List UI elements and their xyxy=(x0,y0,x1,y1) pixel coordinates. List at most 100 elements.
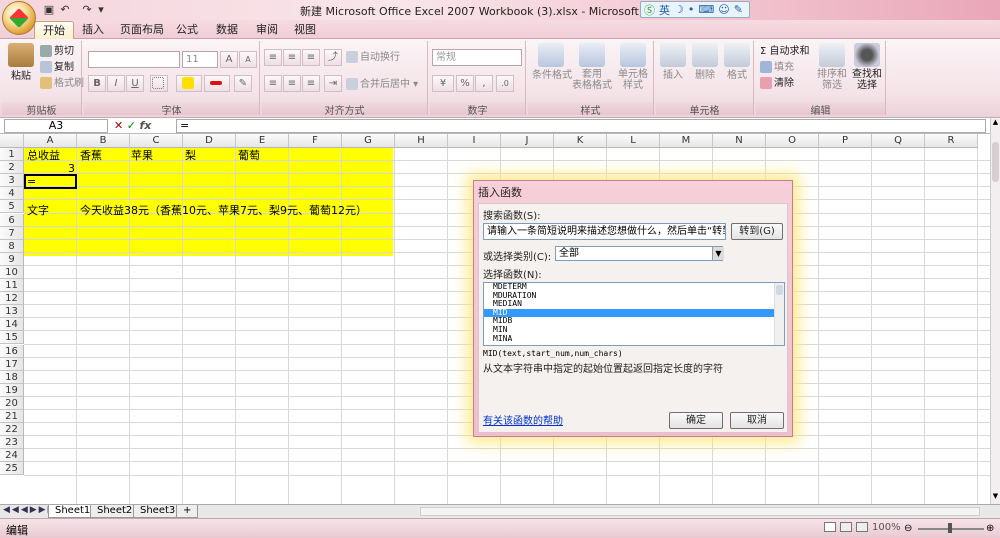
category-select[interactable]: 全部 ▼ xyxy=(555,246,724,261)
scroll-thumb[interactable] xyxy=(992,142,999,182)
row-header[interactable]: 21 xyxy=(0,410,24,424)
delete-cells-button[interactable]: 删除 xyxy=(690,43,720,82)
tab-home[interactable]: 开始 xyxy=(34,21,74,39)
align-top-button[interactable]: ≡ xyxy=(264,49,282,66)
paste-button[interactable]: 粘贴 xyxy=(6,43,36,83)
row-header[interactable]: 16 xyxy=(0,344,24,358)
horizontal-scrollbar[interactable] xyxy=(420,507,980,516)
fill-button[interactable]: 填充 xyxy=(760,61,794,74)
function-list-item[interactable]: MDURATION xyxy=(484,291,784,301)
sheet-tab-3[interactable]: Sheet3 xyxy=(133,505,183,518)
column-header[interactable]: J xyxy=(501,134,554,148)
column-header[interactable]: G xyxy=(342,134,395,148)
column-header[interactable]: R xyxy=(925,134,978,148)
row-header[interactable]: 24 xyxy=(0,449,24,463)
align-left-button[interactable]: ≡ xyxy=(264,75,282,92)
tab-review[interactable]: 审阅 xyxy=(248,21,286,39)
border-button[interactable] xyxy=(150,75,168,92)
scroll-up-icon[interactable]: ▲ xyxy=(991,118,1000,128)
function-list-item[interactable]: MINA xyxy=(484,334,784,344)
row-header[interactable]: 2 xyxy=(0,161,24,175)
autosum-button[interactable]: Σ 自动求和 xyxy=(760,45,810,58)
row-header[interactable]: 22 xyxy=(0,423,24,437)
cut-button[interactable]: 剪切 xyxy=(40,45,74,58)
cell-b1[interactable]: 香蕉 xyxy=(80,149,102,162)
function-list-item[interactable]: MIN xyxy=(484,325,784,335)
grow-font-button[interactable]: A xyxy=(220,51,238,68)
column-header[interactable]: K xyxy=(554,134,607,148)
row-header[interactable]: 17 xyxy=(0,357,24,371)
row-header[interactable]: 1 xyxy=(0,148,24,162)
column-header[interactable]: C xyxy=(130,134,183,148)
phonetic-button[interactable]: ✎ xyxy=(234,75,252,92)
comma-button[interactable]: , xyxy=(475,75,493,92)
fill-color-button[interactable] xyxy=(176,75,202,92)
sheet-tab-2[interactable]: Sheet2 xyxy=(90,505,140,518)
undo-icon[interactable]: ↶ xyxy=(58,3,72,16)
function-list[interactable]: MDETERM MDURATION MEDIAN MID MIDB MIN MINA xyxy=(483,282,785,346)
insert-sheet-icon[interactable]: + xyxy=(176,505,199,518)
tab-insert[interactable]: 插入 xyxy=(74,21,112,39)
cancel-entry-icon[interactable]: ✕ xyxy=(114,119,123,132)
column-header[interactable]: O xyxy=(766,134,819,148)
merge-center-button[interactable]: 合并后居中 ▾ xyxy=(346,78,418,91)
ok-button[interactable]: 确定 xyxy=(669,412,723,429)
column-header[interactable]: L xyxy=(607,134,660,148)
column-header[interactable]: M xyxy=(660,134,713,148)
function-list-item[interactable]: MID xyxy=(484,308,784,318)
name-box[interactable]: A3 xyxy=(4,119,108,133)
cell-b5[interactable]: 今天收益38元（香蕉10元、苹果7元、梨9元、葡萄12元） xyxy=(80,204,367,217)
column-header[interactable]: I xyxy=(448,134,501,148)
row-header[interactable]: 23 xyxy=(0,436,24,450)
redo-icon[interactable]: ↷ xyxy=(80,3,94,16)
chevron-down-icon[interactable]: ▼ xyxy=(712,247,724,260)
row-header[interactable]: 14 xyxy=(0,318,24,332)
align-right-button[interactable]: ≡ xyxy=(302,75,320,92)
bold-button[interactable]: B xyxy=(88,75,106,92)
row-header[interactable]: 20 xyxy=(0,396,24,410)
percent-button[interactable]: % xyxy=(456,75,474,92)
column-header[interactable]: D xyxy=(183,134,236,148)
font-size-combo[interactable]: 11 xyxy=(182,51,218,68)
tab-view[interactable]: 视图 xyxy=(286,21,324,39)
row-header[interactable]: 8 xyxy=(0,239,24,253)
underline-button[interactable]: U xyxy=(126,75,144,92)
customize-qat-icon[interactable]: ▾ xyxy=(94,3,108,16)
cell-c1[interactable]: 苹果 xyxy=(131,149,153,162)
sort-filter-button[interactable]: 排序和 筛选 xyxy=(816,43,848,91)
office-button[interactable] xyxy=(2,1,36,35)
number-format-combo[interactable]: 常规 xyxy=(432,49,522,66)
page-layout-view-icon[interactable] xyxy=(840,522,852,532)
column-header[interactable]: H xyxy=(395,134,448,148)
row-header[interactable]: 9 xyxy=(0,252,24,266)
row-header[interactable]: 11 xyxy=(0,279,24,293)
row-header[interactable]: 3 xyxy=(0,174,24,188)
row-header[interactable]: 7 xyxy=(0,226,24,240)
normal-view-icon[interactable] xyxy=(824,522,836,532)
cell-a5[interactable]: 文字 xyxy=(27,204,49,217)
search-function-input[interactable]: 请输入一条简短说明来描述您想做什么，然后单击“转到” xyxy=(483,223,726,240)
ime-keyboard-icon[interactable]: ⌨ xyxy=(698,3,714,16)
vertical-scrollbar[interactable]: ▲ ▼ xyxy=(990,118,1000,504)
cell-e1[interactable]: 葡萄 xyxy=(238,149,260,162)
find-select-button[interactable]: 查找和 选择 xyxy=(850,43,884,91)
cell-d1[interactable]: 梨 xyxy=(185,149,196,162)
select-all-corner[interactable] xyxy=(0,134,24,148)
insert-cells-button[interactable]: 插入 xyxy=(658,43,688,82)
row-header[interactable]: 15 xyxy=(0,331,24,345)
wrap-text-button[interactable]: 自动换行 xyxy=(346,51,400,64)
row-header[interactable]: 18 xyxy=(0,370,24,384)
page-break-view-icon[interactable] xyxy=(856,522,868,532)
ime-settings-icon[interactable]: ✎ xyxy=(734,3,743,16)
row-header[interactable]: 25 xyxy=(0,462,24,476)
font-color-button[interactable] xyxy=(204,75,230,92)
list-scroll-thumb[interactable] xyxy=(776,285,783,295)
align-middle-button[interactable]: ≡ xyxy=(283,49,301,66)
row-header[interactable]: 5 xyxy=(0,200,24,214)
ime-user-icon[interactable]: ☺ xyxy=(718,3,729,16)
cell-styles-button[interactable]: 单元格 样式 xyxy=(614,43,652,91)
tab-page-layout[interactable]: 页面布局 xyxy=(112,21,172,39)
help-link[interactable]: 有关该函数的帮助 xyxy=(483,412,563,427)
conditional-format-button[interactable]: 条件格式 xyxy=(532,43,572,82)
tab-data[interactable]: 数据 xyxy=(208,21,246,39)
